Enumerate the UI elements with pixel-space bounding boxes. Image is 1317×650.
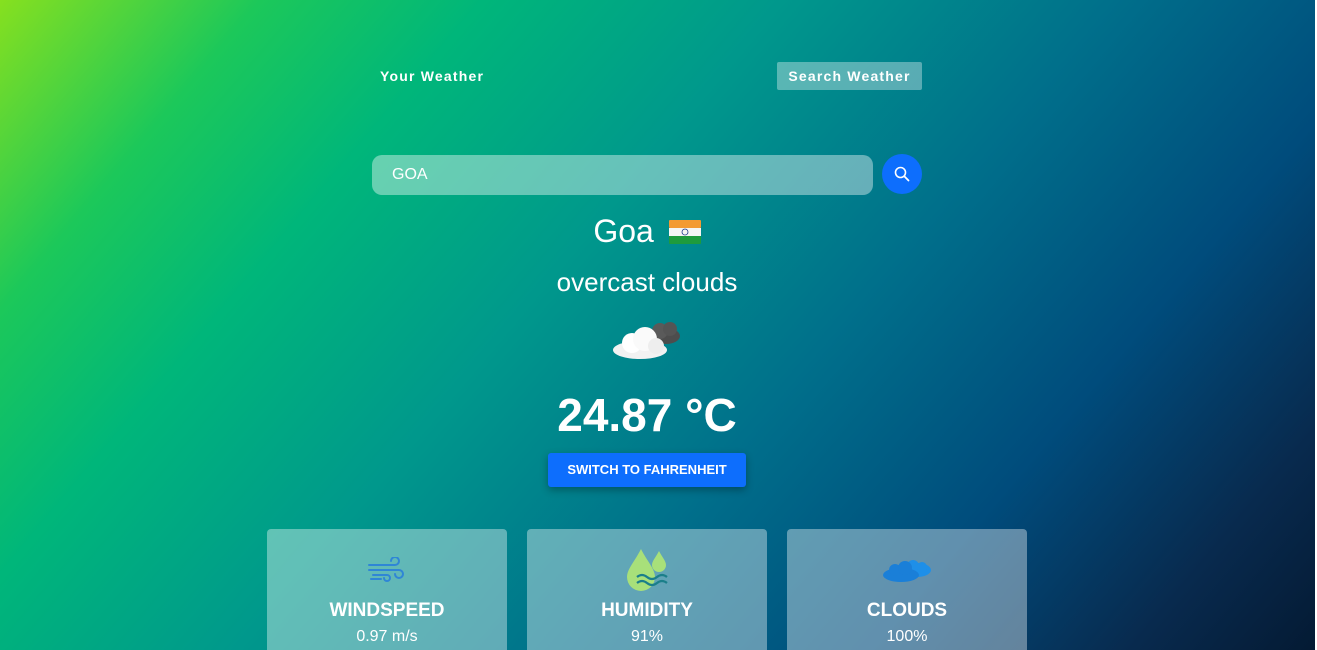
stat-card-humidity: HUMIDITY 91%: [527, 529, 767, 650]
temperature: 24.87 °C: [557, 389, 737, 441]
wind-icon: [368, 557, 404, 582]
search-input[interactable]: GOA: [372, 155, 873, 195]
tab-search-weather[interactable]: Search Weather: [777, 62, 922, 90]
humidity-value: 91%: [630, 628, 664, 645]
stat-card-clouds: CLOUDS 100%: [787, 529, 1027, 650]
india-flag-icon: [668, 220, 701, 244]
stat-card-windspeed: WINDSPEED 0.97 m/s: [267, 529, 507, 650]
weather-description: overcast clouds: [556, 267, 738, 297]
clouds-value: 100%: [886, 628, 928, 645]
humidity-drops-icon: [627, 549, 668, 591]
search-button[interactable]: [882, 154, 922, 194]
clouds-icon: [883, 560, 931, 582]
overcast-clouds-icon: [613, 322, 680, 359]
switch-to-fahrenheit-button[interactable]: SWITCH TO FAHRENHEIT: [548, 453, 746, 487]
tab-your-weather[interactable]: Your Weather: [380, 62, 484, 90]
windspeed-title: WINDSPEED: [329, 600, 445, 621]
clouds-title: CLOUDS: [866, 600, 948, 621]
humidity-title: HUMIDITY: [601, 600, 693, 621]
windspeed-value: 0.97 m/s: [356, 628, 418, 645]
city-name: Goa: [593, 213, 654, 249]
search-icon: [894, 166, 910, 182]
location-heading: Goa: [0, 207, 1294, 255]
